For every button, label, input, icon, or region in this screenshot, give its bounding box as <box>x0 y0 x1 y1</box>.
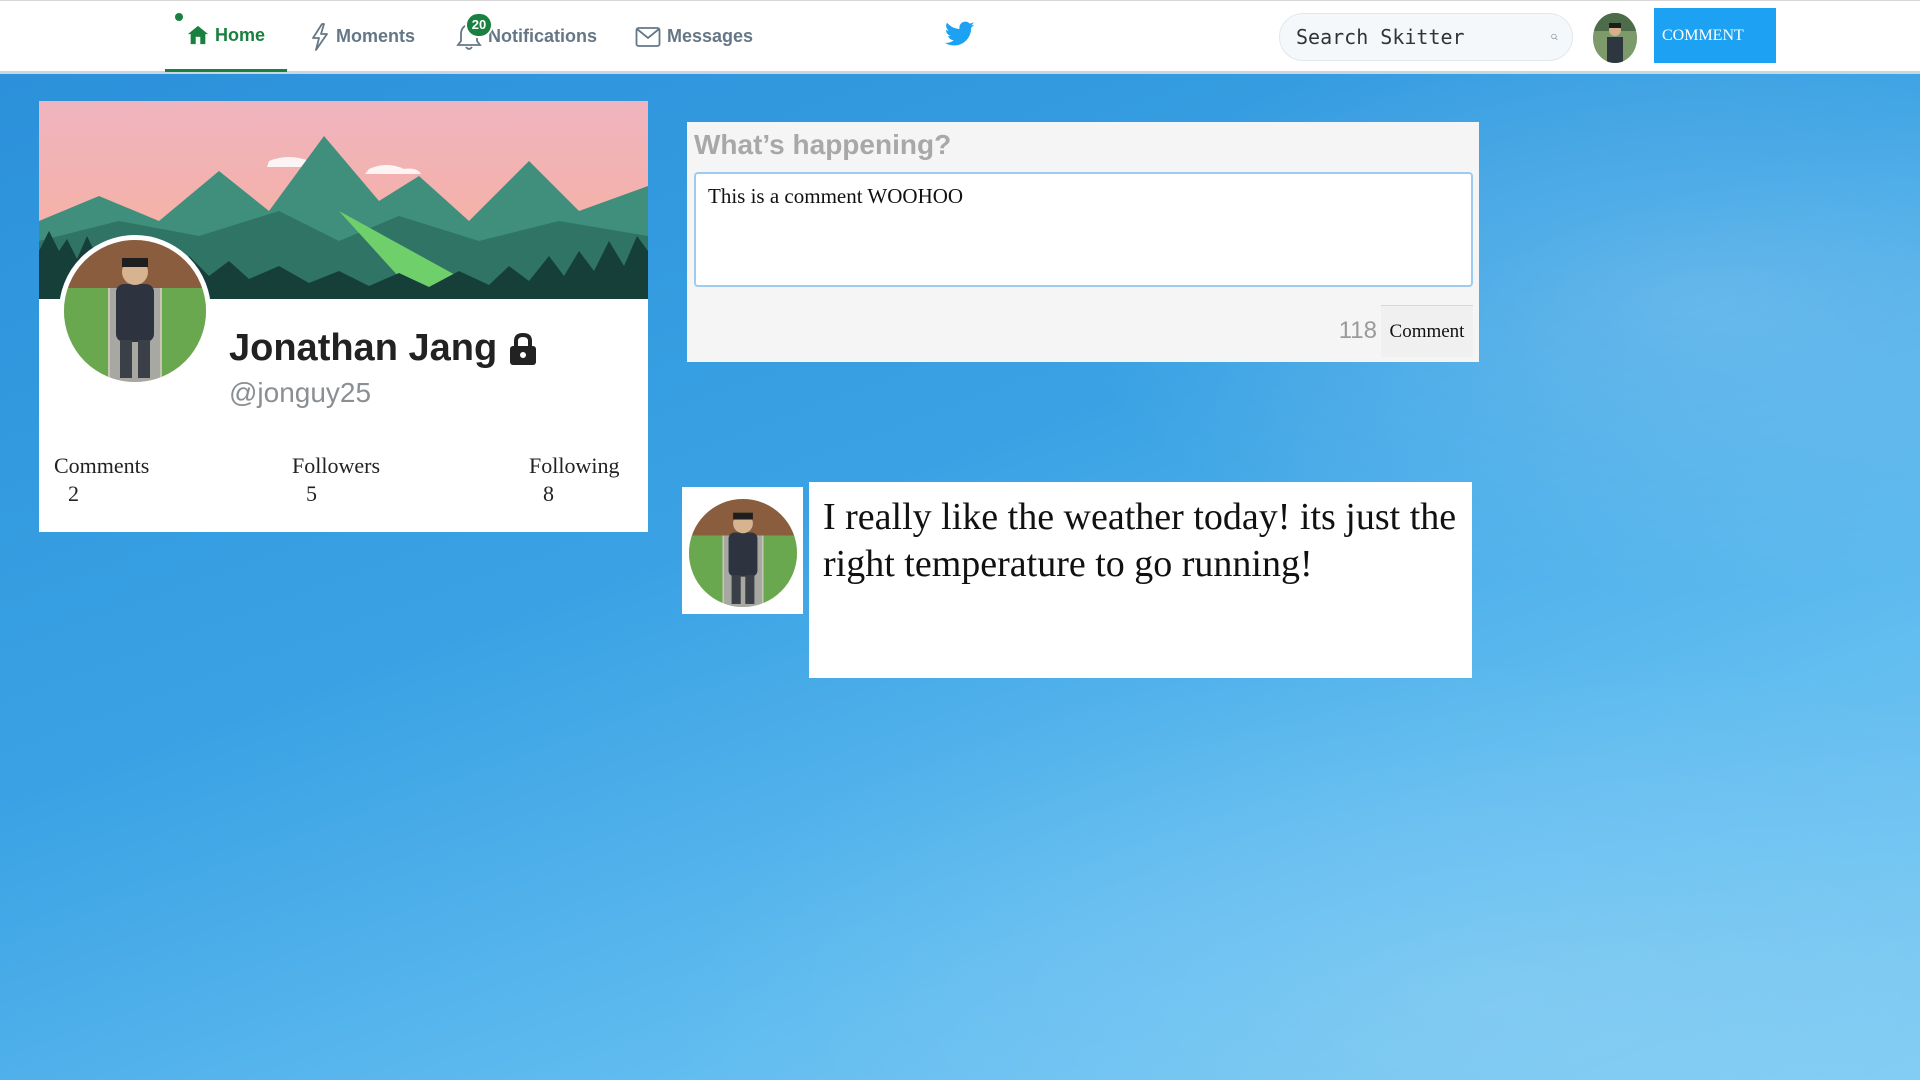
profile-handle: @jonguy25 <box>229 377 372 408</box>
nav-moments-label: Moments <box>336 26 416 46</box>
nav-notifications-label: Notifications <box>488 26 598 46</box>
user-avatar-photo <box>1593 13 1637 63</box>
user-avatar[interactable] <box>1593 13 1637 63</box>
comment-button-header[interactable]: COMMENT <box>1654 8 1776 63</box>
nav-home-label: Home <box>215 24 266 45</box>
lightning-icon <box>312 22 328 51</box>
profile-name-text: Jonathan Jang <box>229 327 498 369</box>
profile-avatar-photo <box>64 240 206 382</box>
character-counter: 118 <box>1338 317 1377 344</box>
stat-comments[interactable]: Comments 2 <box>54 453 149 507</box>
post-text: I really like the weather today! its jus… <box>823 496 1457 585</box>
profile-card: Jonathan Jang @jonguy25 Comments 2 Follo… <box>39 101 648 532</box>
bell-icon-wrap: 20 <box>456 11 493 52</box>
stat-value: 2 <box>68 481 79 506</box>
stat-followers[interactable]: Followers 5 <box>292 453 380 507</box>
search-box <box>1279 13 1573 61</box>
profile-avatar[interactable] <box>59 235 211 387</box>
notification-count-badge: 20 <box>465 11 493 38</box>
lock-icon <box>510 332 537 365</box>
stat-label: Following <box>529 453 620 478</box>
compose-title: What’s happening? <box>694 129 952 160</box>
post-avatar-box <box>682 487 803 614</box>
post-card: I really like the weather today! its jus… <box>809 482 1472 678</box>
stat-following[interactable]: Following 8 <box>529 453 619 507</box>
active-indicator-dot <box>175 13 183 21</box>
nav-moments[interactable]: Moments <box>310 1 415 72</box>
profile-name: Jonathan Jang <box>229 327 539 370</box>
post-author-avatar[interactable] <box>686 496 800 610</box>
search-input[interactable] <box>1296 25 1551 49</box>
stat-label: Followers <box>292 453 380 478</box>
top-navigation-bar: Home Moments 20 Notifications Messages S… <box>0 0 1920 74</box>
envelope-icon <box>635 26 661 47</box>
bird-logo-icon[interactable] <box>945 21 975 47</box>
nav-messages[interactable]: Messages <box>635 1 753 72</box>
stat-value: 5 <box>306 481 317 506</box>
nav-notifications[interactable]: 20 Notifications <box>456 1 597 72</box>
nav-home[interactable]: Home <box>165 1 287 72</box>
stat-value: 8 <box>543 481 554 506</box>
nav-messages-label: Messages <box>667 26 754 46</box>
search-icon[interactable] <box>1551 26 1558 48</box>
post-author-avatar-photo <box>689 499 797 607</box>
home-icon <box>187 25 209 45</box>
compose-box: What’s happening? 118 Comment <box>687 122 1479 362</box>
stat-label: Comments <box>54 453 150 478</box>
compose-submit-button[interactable]: Comment <box>1381 305 1473 357</box>
compose-input[interactable] <box>694 172 1473 287</box>
